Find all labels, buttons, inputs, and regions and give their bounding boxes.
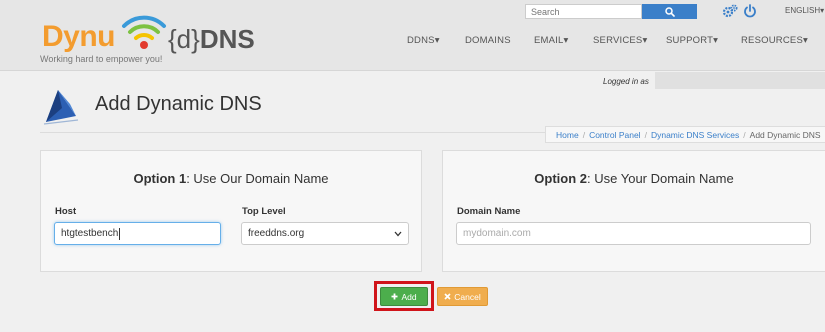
logged-in-label: Logged in as	[603, 77, 649, 86]
redacted-username	[655, 72, 825, 89]
x-icon	[444, 293, 451, 300]
search-button[interactable]	[642, 4, 697, 19]
plus-icon	[391, 293, 398, 300]
breadcrumb-separator: /	[582, 130, 586, 140]
breadcrumb-current: Add Dynamic DNS	[749, 130, 821, 140]
page-title: Add Dynamic DNS	[95, 93, 262, 115]
breadcrumb-separator: /	[743, 130, 746, 140]
logo-ddns-text: {d}DNS	[168, 24, 255, 54]
language-selector[interactable]: ENGLISH▾	[785, 6, 824, 15]
nav-services[interactable]: SERVICES▾	[593, 35, 647, 46]
search-input[interactable]	[525, 4, 642, 19]
wifi-icon	[122, 15, 166, 49]
logo-dynu-text: Dynu	[42, 20, 116, 53]
add-button[interactable]: Add	[380, 287, 428, 306]
chevron-down-icon	[394, 231, 402, 237]
top-level-label: Top Level	[242, 206, 286, 217]
dynamic-dns-icon	[43, 90, 79, 125]
option2-panel: Option 2: Use Your Domain Name Domain Na…	[442, 150, 825, 272]
search-bar	[525, 4, 697, 19]
breadcrumb-separator: /	[644, 130, 647, 140]
site-header: Dynu {d}DNS Working hard to empower you!…	[0, 0, 825, 71]
breadcrumb: Home / Control Panel / Dynamic DNS Services /…	[545, 126, 825, 143]
domain-name-input[interactable]: mydomain.com	[456, 222, 811, 245]
main-nav: DDNS▾ DOMAINS EMAIL▾ SERVICES▾ SUPPORT▾ …	[395, 35, 825, 47]
gears-icon[interactable]	[722, 4, 738, 18]
option2-title: Option 2: Use Your Domain Name	[534, 171, 734, 186]
nav-resources[interactable]: RESOURCES▾	[741, 35, 808, 46]
domain-name-label: Domain Name	[457, 206, 521, 217]
breadcrumb-control-panel[interactable]: Control Panel	[589, 130, 641, 140]
breadcrumb-home[interactable]: Home	[556, 130, 579, 140]
host-label: Host	[55, 206, 77, 217]
logo-tagline: Working hard to empower you!	[40, 54, 163, 64]
nav-support[interactable]: SUPPORT▾	[666, 35, 718, 46]
breadcrumb-dynamic-dns-services[interactable]: Dynamic DNS Services	[651, 130, 739, 140]
power-icon[interactable]	[742, 4, 758, 18]
dynu-logo[interactable]: Dynu {d}DNS Working hard to empower you!	[40, 10, 270, 68]
nav-email[interactable]: EMAIL▾	[534, 35, 568, 46]
option1-panel: Option 1: Use Our Domain Name Host htgte…	[40, 150, 422, 272]
nav-domains[interactable]: DOMAINS	[465, 35, 511, 46]
option1-title: Option 1: Use Our Domain Name	[133, 171, 329, 186]
nav-ddns[interactable]: DDNS▾	[407, 35, 440, 46]
search-icon	[664, 6, 675, 17]
top-level-select[interactable]: freeddns.org	[241, 222, 409, 245]
host-input[interactable]: htgtestbench	[54, 222, 221, 245]
cancel-button[interactable]: Cancel	[437, 287, 488, 306]
